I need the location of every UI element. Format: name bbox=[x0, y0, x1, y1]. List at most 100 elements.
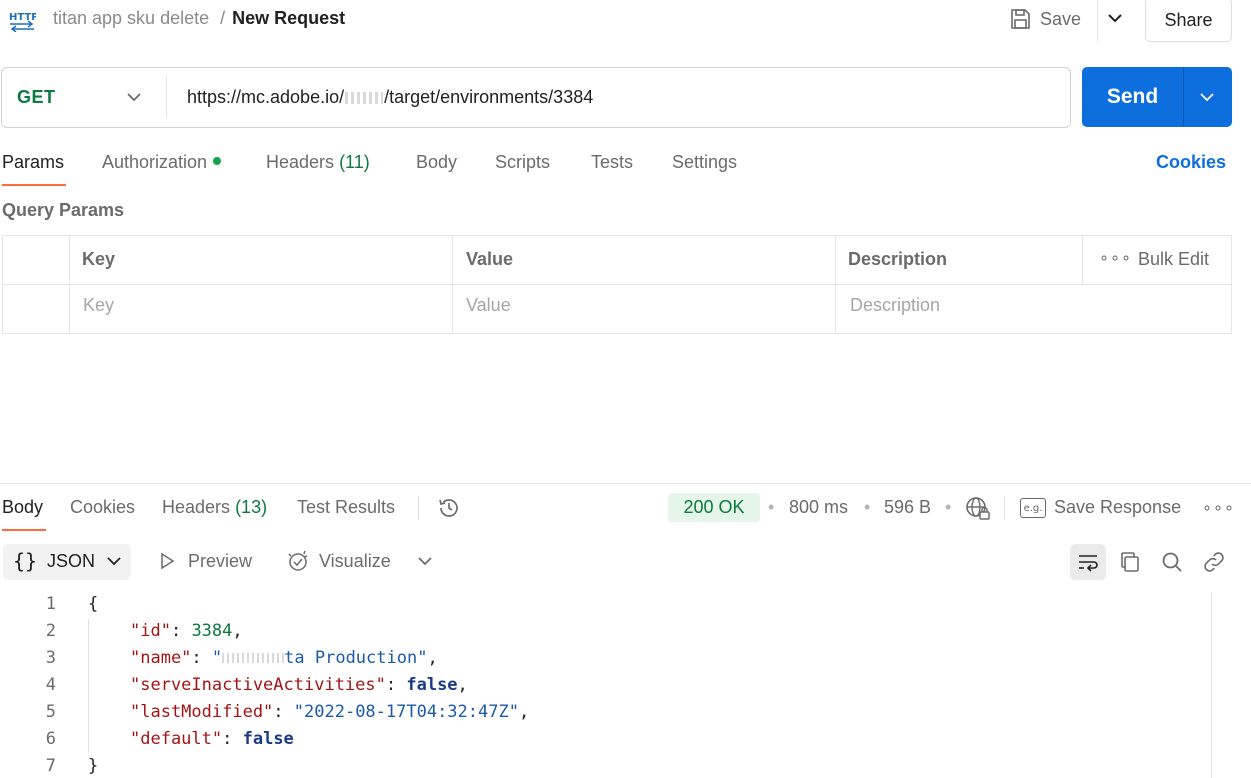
url-input[interactable]: https://mc.adobe.io/ /target/environments… bbox=[187, 87, 593, 108]
response-tab-headers[interactable]: Headers (13) bbox=[162, 497, 267, 518]
response-tab-body[interactable]: Body bbox=[2, 497, 43, 518]
globe-lock-icon[interactable] bbox=[965, 496, 991, 522]
chevron-down-icon[interactable] bbox=[417, 553, 433, 569]
tab-scripts[interactable]: Scripts bbox=[495, 152, 550, 173]
json-colon: : bbox=[385, 675, 407, 695]
dot-separator: • bbox=[945, 497, 952, 517]
http-icon: HTTP bbox=[9, 12, 36, 32]
tab-settings[interactable]: Settings bbox=[672, 152, 737, 173]
more-options-icon[interactable]: ∘∘∘ bbox=[1099, 248, 1132, 268]
line-number: 3 bbox=[45, 648, 56, 668]
bulk-edit-button[interactable]: Bulk Edit bbox=[1138, 249, 1209, 270]
column-divider bbox=[452, 235, 453, 334]
column-divider bbox=[69, 235, 70, 334]
dot-separator: • bbox=[768, 497, 775, 517]
param-key-input[interactable]: Key bbox=[83, 295, 114, 316]
tab-active-indicator bbox=[2, 184, 66, 186]
status-dot bbox=[213, 157, 222, 166]
url-suffix: /target/environments/3384 bbox=[384, 87, 594, 107]
json-key: "id" bbox=[130, 621, 171, 641]
breadcrumb-collection[interactable]: titan app sku delete bbox=[53, 8, 209, 28]
code-line: "serveInactiveActivities": false, bbox=[130, 675, 468, 695]
response-tab-test-results[interactable]: Test Results bbox=[297, 497, 395, 518]
save-response-button[interactable]: Save Response bbox=[1054, 497, 1181, 518]
json-colon: : bbox=[191, 648, 212, 668]
request-name[interactable]: New Request bbox=[232, 8, 345, 28]
breadcrumb-separator: / bbox=[220, 8, 226, 28]
method-select[interactable]: GET bbox=[17, 87, 56, 108]
code-line: } bbox=[88, 756, 98, 776]
search-icon[interactable] bbox=[1160, 550, 1184, 574]
send-label[interactable]: Send bbox=[1082, 67, 1183, 127]
preview-button[interactable]: Preview bbox=[188, 551, 252, 572]
json-string: " bbox=[211, 648, 223, 668]
chevron-down-icon[interactable] bbox=[106, 553, 122, 569]
json-comma: , bbox=[457, 675, 468, 695]
response-tab-cookies[interactable]: Cookies bbox=[70, 497, 135, 518]
toolbar-separator bbox=[418, 496, 419, 520]
json-key: "serveInactiveActivities" bbox=[130, 675, 386, 695]
tab-headers[interactable]: Headers (11) bbox=[266, 152, 370, 173]
response-divider[interactable] bbox=[0, 483, 1251, 484]
tab-headers-label: Headers bbox=[266, 152, 335, 172]
link-icon[interactable] bbox=[1202, 550, 1226, 574]
wrap-lines-icon[interactable] bbox=[1076, 550, 1100, 574]
line-number: 5 bbox=[45, 702, 56, 722]
line-number: 2 bbox=[45, 621, 56, 641]
code-brace-close: } bbox=[88, 756, 99, 776]
column-divider bbox=[835, 235, 836, 334]
tab-headers-count: (11) bbox=[339, 152, 370, 172]
json-boolean: false bbox=[406, 675, 458, 695]
chevron-down-icon[interactable] bbox=[1199, 89, 1215, 105]
column-header-value: Value bbox=[466, 249, 514, 269]
line-number: 1 bbox=[45, 594, 56, 614]
tab-params[interactable]: Params bbox=[2, 152, 64, 173]
braces-icon: {} bbox=[13, 549, 38, 573]
json-comma: , bbox=[518, 702, 530, 722]
code-brace-open: { bbox=[88, 594, 99, 614]
play-icon[interactable] bbox=[158, 552, 176, 570]
json-key: "name" bbox=[130, 648, 192, 668]
code-line: { bbox=[88, 594, 98, 614]
chevron-down-icon[interactable] bbox=[1106, 9, 1124, 27]
code-line: "default": false bbox=[130, 729, 294, 749]
json-key: "lastModified" bbox=[130, 702, 274, 722]
code-line: "id": 3384, bbox=[130, 621, 243, 641]
tab-authorization[interactable]: Authorization bbox=[102, 152, 222, 173]
json-string: "2022-08-17T04:32:47Z" bbox=[293, 702, 519, 722]
response-time[interactable]: 800 ms bbox=[789, 497, 848, 518]
more-options-icon[interactable]: ∘∘∘ bbox=[1202, 498, 1235, 518]
url-prefix: https://mc.adobe.io/ bbox=[187, 87, 345, 107]
chevron-down-icon[interactable] bbox=[126, 89, 142, 105]
response-size[interactable]: 596 B bbox=[884, 497, 931, 518]
param-value-input[interactable]: Value bbox=[466, 295, 511, 316]
query-params-title: Query Params bbox=[2, 200, 125, 220]
redacted-text bbox=[345, 92, 384, 105]
scrollbar[interactable] bbox=[1211, 592, 1212, 778]
tab-tests[interactable]: Tests bbox=[591, 152, 633, 173]
json-number: 3384 bbox=[191, 621, 233, 641]
save-button[interactable]: Save bbox=[1008, 0, 1081, 38]
line-number: 4 bbox=[45, 675, 56, 695]
tab-body[interactable]: Body bbox=[416, 152, 457, 173]
copy-icon[interactable] bbox=[1118, 550, 1142, 574]
column-divider bbox=[1082, 235, 1083, 284]
cookies-link[interactable]: Cookies bbox=[1156, 152, 1226, 173]
table-row-divider bbox=[2, 284, 1232, 285]
status-badge[interactable]: 200 OK bbox=[668, 493, 760, 522]
save-label: Save bbox=[1040, 8, 1082, 29]
param-description-input[interactable]: Description bbox=[850, 295, 940, 316]
json-string: ta Production" bbox=[284, 648, 428, 668]
toolbar-separator bbox=[1004, 496, 1005, 520]
json-colon: : bbox=[273, 702, 294, 722]
format-label[interactable]: JSON bbox=[47, 551, 95, 572]
json-comma: , bbox=[232, 621, 243, 641]
visualize-button[interactable]: Visualize bbox=[319, 551, 391, 572]
save-icon bbox=[1011, 9, 1030, 29]
share-button[interactable]: Share bbox=[1145, 0, 1232, 42]
visualize-icon[interactable] bbox=[286, 549, 310, 573]
breadcrumb: titan app sku delete / New Request bbox=[53, 8, 345, 29]
history-icon[interactable] bbox=[437, 496, 461, 520]
column-header-description: Description bbox=[848, 249, 948, 269]
response-tab-headers-count: (13) bbox=[235, 497, 268, 517]
